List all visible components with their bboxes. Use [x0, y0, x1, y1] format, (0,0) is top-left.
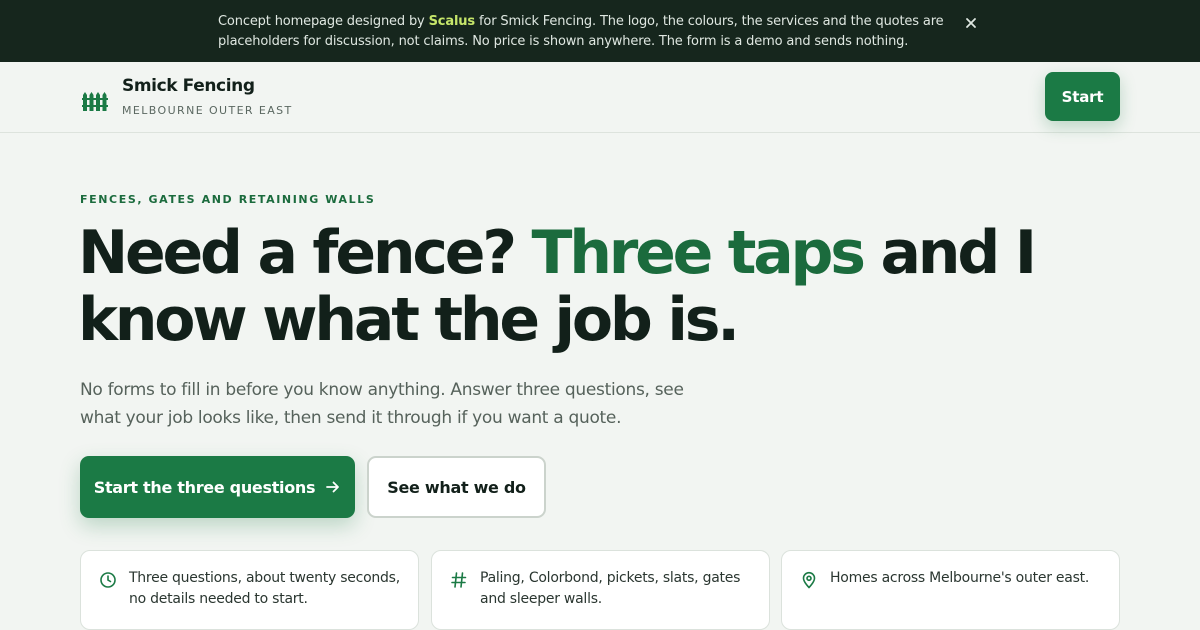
- hero-headline: Need a fence? Three taps and I know what…: [78, 220, 1078, 354]
- close-icon: [966, 18, 976, 28]
- banner-close-button[interactable]: [960, 12, 982, 34]
- start-questions-label: Start the three questions: [93, 477, 316, 497]
- feature-card-time: Three questions, about twenty seconds, n…: [80, 550, 419, 630]
- feature-text-services: Paling, Colorbond, pickets, slats, gates…: [480, 570, 741, 607]
- header-start-button[interactable]: Start: [1045, 72, 1120, 121]
- clock-icon: [100, 572, 116, 588]
- banner-brand: Scalus: [428, 14, 476, 29]
- feature-text-time: Three questions, about twenty seconds, n…: [129, 570, 400, 607]
- banner-text: Concept homepage designed by Scalus for …: [218, 12, 948, 51]
- brand-name[interactable]: Smick Fencing: [122, 76, 255, 96]
- hero-lede: No forms to fill in before you know anyt…: [80, 380, 684, 428]
- headline-part-1: Need a fence?: [78, 218, 532, 288]
- map-pin-icon: [802, 571, 816, 589]
- site-header: Smick Fencing MELBOURNE OUTER EAST Start: [0, 62, 1200, 133]
- arrow-right-icon: [326, 481, 340, 493]
- fence-icon: [82, 92, 108, 111]
- see-services-button[interactable]: See what we do: [367, 456, 546, 518]
- hash-icon: [451, 572, 467, 588]
- banner-text-before: Concept homepage designed by: [218, 14, 425, 29]
- feature-card-area: Homes across Melbourne's outer east.: [781, 550, 1120, 630]
- concept-notice-banner: Concept homepage designed by Scalus for …: [0, 0, 1200, 62]
- hero-eyebrow: FENCES, GATES AND RETAINING WALLS: [80, 193, 376, 206]
- brand-tagline: MELBOURNE OUTER EAST: [122, 104, 293, 117]
- feature-card-services: Paling, Colorbond, pickets, slats, gates…: [431, 550, 770, 630]
- feature-text-area: Homes across Melbourne's outer east.: [830, 570, 1090, 586]
- start-questions-button[interactable]: Start the three questions: [80, 456, 355, 518]
- headline-accent: Three taps: [531, 218, 866, 288]
